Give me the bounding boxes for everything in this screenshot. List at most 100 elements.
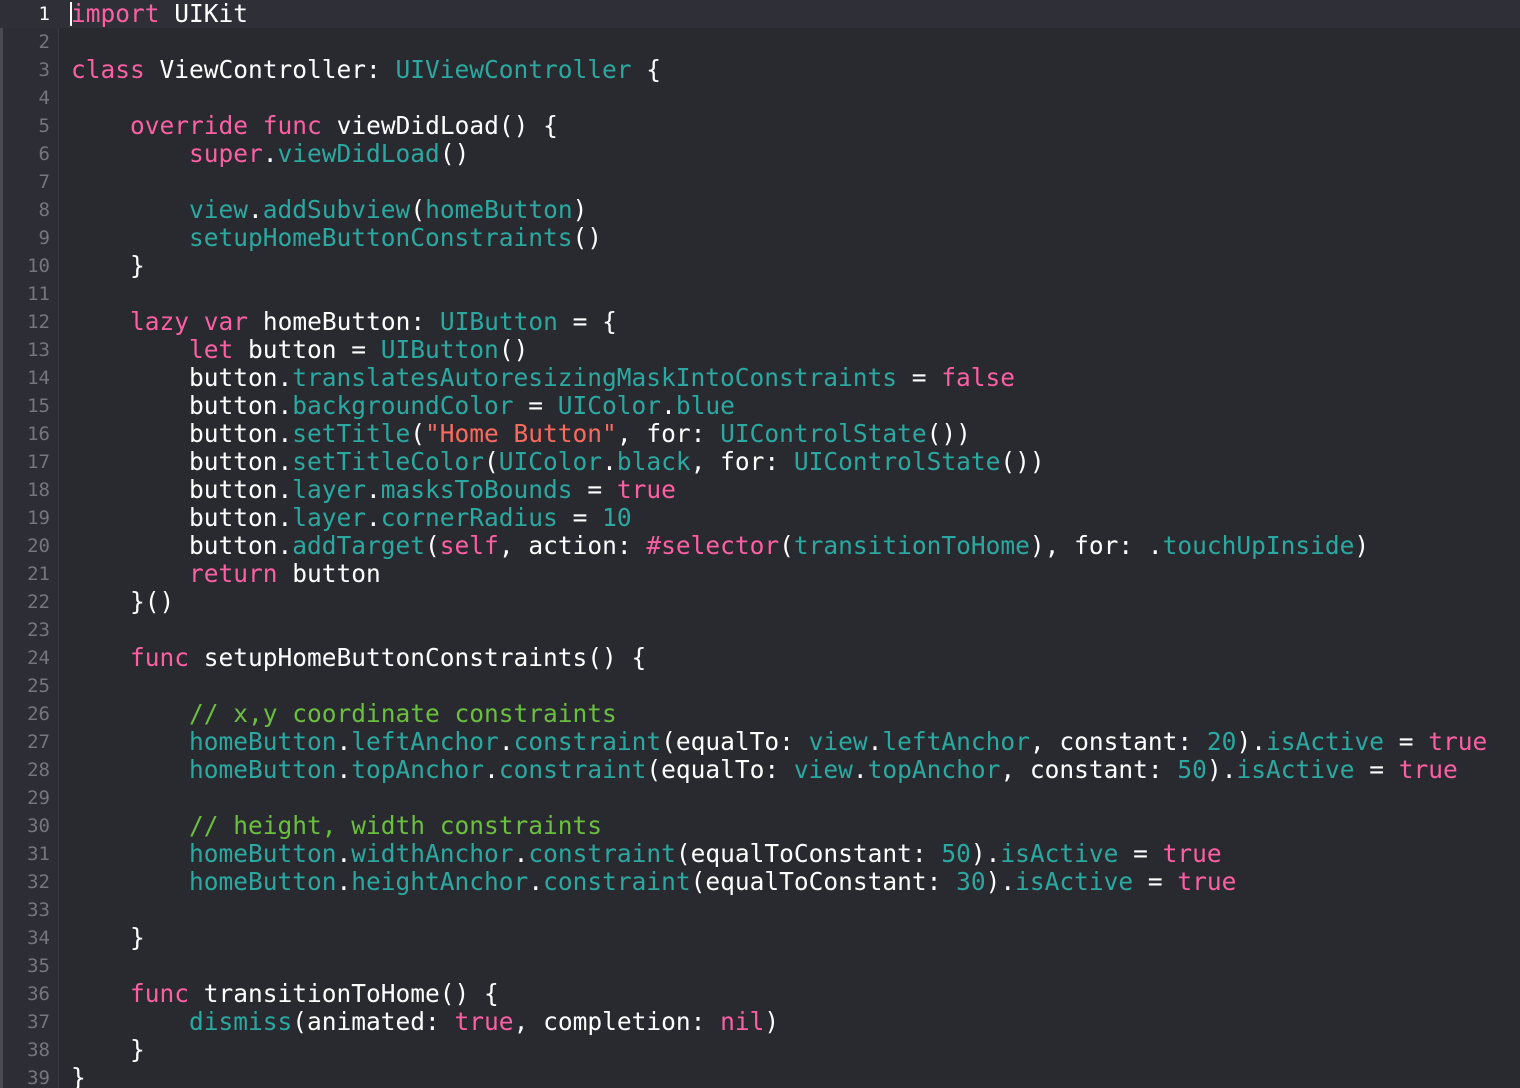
code-text[interactable]: homeButton.leftAnchor.constraint(equalTo… [71, 728, 1487, 756]
code-token: UIButton [380, 335, 499, 364]
code-line[interactable]: 24 func setupHomeButtonConstraints() { [0, 644, 1520, 672]
code-line[interactable]: 22 }() [0, 588, 1520, 616]
code-token: . [336, 727, 352, 756]
code-line[interactable]: 31 homeButton.widthAnchor.constraint(equ… [0, 840, 1520, 868]
code-line[interactable]: 7 [0, 168, 1520, 196]
code-token: return [189, 559, 278, 588]
code-line[interactable]: 21 return button [0, 560, 1520, 588]
code-token: . [528, 867, 544, 896]
code-line[interactable]: 25 [0, 672, 1520, 700]
line-number: 3 [38, 59, 50, 81]
code-line[interactable]: 1 import UIKit [0, 0, 1520, 28]
code-line[interactable]: 34 } [0, 924, 1520, 952]
code-text[interactable]: func transitionToHome() { [71, 980, 499, 1008]
code-token: #selector [646, 531, 780, 560]
code-text[interactable]: return button [71, 560, 381, 588]
code-text[interactable]: func setupHomeButtonConstraints() { [71, 644, 646, 672]
line-number: 17 [27, 451, 50, 473]
code-text[interactable]: super.viewDidLoad() [71, 140, 469, 168]
code-text[interactable]: } [71, 252, 145, 280]
code-line[interactable]: 12 lazy var homeButton: UIButton = { [0, 308, 1520, 336]
code-line[interactable]: 9 setupHomeButtonConstraints() [0, 224, 1520, 252]
code-line[interactable]: 15 button.backgroundColor = UIColor.blue [0, 392, 1520, 420]
code-line[interactable]: 37 dismiss(animated: true, completion: n… [0, 1008, 1520, 1036]
code-line[interactable]: 38 } [0, 1036, 1520, 1064]
code-text[interactable]: button.setTitleColor(UIColor.black, for:… [71, 448, 1045, 476]
code-token: homeButton [189, 867, 337, 896]
code-text[interactable]: } [71, 1036, 145, 1064]
code-text[interactable]: homeButton.topAnchor.constraint(equalTo:… [71, 756, 1458, 784]
code-text[interactable]: let button = UIButton() [71, 336, 528, 364]
code-line[interactable]: 19 button.layer.cornerRadius = 10 [0, 504, 1520, 532]
code-token: () [572, 223, 603, 252]
code-line[interactable]: 6 super.viewDidLoad() [0, 140, 1520, 168]
code-text[interactable]: button.addTarget(self, action: #selector… [71, 532, 1369, 560]
code-token: setTitle [292, 419, 411, 448]
code-text[interactable]: override func viewDidLoad() { [71, 112, 558, 140]
code-text[interactable]: // height, width constraints [71, 812, 602, 840]
code-token: = [1354, 755, 1399, 784]
code-token: () [439, 139, 470, 168]
code-line[interactable]: 4 [0, 84, 1520, 112]
code-token: "Home Button" [425, 419, 617, 448]
code-line[interactable]: 11 [0, 280, 1520, 308]
code-line[interactable]: 32 homeButton.heightAnchor.constraint(eq… [0, 868, 1520, 896]
code-line[interactable]: 23 [0, 616, 1520, 644]
code-line[interactable]: 10 } [0, 252, 1520, 280]
code-text[interactable]: homeButton.widthAnchor.constraint(equalT… [71, 840, 1222, 868]
code-text[interactable]: import UIKit [71, 0, 248, 28]
code-text[interactable]: view.addSubview(homeButton) [71, 196, 587, 224]
code-text[interactable]: button.layer.cornerRadius = 10 [71, 504, 632, 532]
code-lines[interactable]: 1 import UIKit 2 3 class ViewController: UIV… [0, 0, 1520, 1088]
code-line[interactable]: 36 func transitionToHome() { [0, 980, 1520, 1008]
code-line[interactable]: 14 button.translatesAutoresizingMaskInto… [0, 364, 1520, 392]
code-token: transitionToHome() { [189, 979, 499, 1008]
code-token: black [616, 447, 691, 476]
code-line[interactable]: 26 // x,y coordinate constraints [0, 700, 1520, 728]
code-text[interactable]: button.setTitle("Home Button", for: UICo… [71, 420, 971, 448]
line-number: 35 [27, 955, 50, 977]
code-line[interactable]: 28 homeButton.topAnchor.constraint(equal… [0, 756, 1520, 784]
code-line[interactable]: 39} [0, 1064, 1520, 1088]
code-line[interactable]: 35 [0, 952, 1520, 980]
code-text[interactable]: dismiss(animated: true, completion: nil) [71, 1008, 779, 1036]
code-line[interactable]: 8 view.addSubview(homeButton) [0, 196, 1520, 224]
code-text[interactable]: // x,y coordinate constraints [71, 700, 617, 728]
code-line[interactable]: 29 [0, 784, 1520, 812]
code-token: import [71, 0, 160, 28]
code-token: . [852, 755, 868, 784]
code-line[interactable]: 18 button.layer.masksToBounds = true [0, 476, 1520, 504]
code-line[interactable]: 2 [0, 28, 1520, 56]
code-line[interactable]: 5 override func viewDidLoad() { [0, 112, 1520, 140]
code-line[interactable]: 30 // height, width constraints [0, 812, 1520, 840]
code-text[interactable]: class ViewController: UIViewController { [71, 56, 661, 84]
code-text[interactable]: lazy var homeButton: UIButton = { [71, 308, 617, 336]
line-number: 12 [27, 311, 50, 333]
code-line[interactable]: 20 button.addTarget(self, action: #selec… [0, 532, 1520, 560]
code-line[interactable]: 13 let button = UIButton() [0, 336, 1520, 364]
line-number: 25 [27, 675, 50, 697]
code-text[interactable]: homeButton.heightAnchor.constraint(equal… [71, 868, 1236, 896]
line-number: 19 [27, 507, 50, 529]
code-line[interactable]: 16 button.setTitle("Home Button", for: U… [0, 420, 1520, 448]
code-token: UIControlState [720, 419, 927, 448]
code-text[interactable]: } [71, 1064, 86, 1088]
line-number: 2 [38, 31, 50, 53]
code-line[interactable]: 33 [0, 896, 1520, 924]
code-token: (equalTo: [661, 727, 809, 756]
code-text[interactable]: button.translatesAutoresizingMaskIntoCon… [71, 364, 1015, 392]
line-number: 15 [27, 395, 50, 417]
code-text[interactable]: }() [71, 588, 174, 616]
code-editor[interactable]: 1 import UIKit 2 3 class ViewController: UIV… [0, 0, 1520, 1088]
code-line[interactable]: 3 class ViewController: UIViewController … [0, 56, 1520, 84]
code-line[interactable]: 17 button.setTitleColor(UIColor.black, f… [0, 448, 1520, 476]
code-line[interactable]: 27 homeButton.leftAnchor.constraint(equa… [0, 728, 1520, 756]
code-text[interactable]: setupHomeButtonConstraints() [71, 224, 602, 252]
code-token: topAnchor [351, 755, 485, 784]
code-token: { [631, 55, 662, 84]
code-text[interactable]: } [71, 924, 145, 952]
code-text[interactable]: button.layer.masksToBounds = true [71, 476, 676, 504]
code-text[interactable]: button.backgroundColor = UIColor.blue [71, 392, 735, 420]
